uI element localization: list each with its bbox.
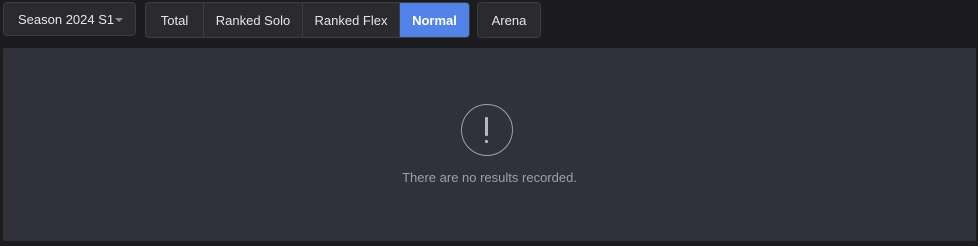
tab-total[interactable]: Total <box>146 3 204 37</box>
exclamation-circle-icon <box>461 104 513 156</box>
tab-ranked-solo-label: Ranked Solo <box>215 12 291 28</box>
season-dropdown-value: Season 2024 S1 <box>18 11 115 27</box>
tab-normal-label: Normal <box>412 12 457 28</box>
tab-normal[interactable]: Normal <box>400 3 469 37</box>
tab-arena[interactable]: Arena <box>477 2 541 38</box>
results-panel: There are no results recorded. <box>3 48 976 241</box>
exclamation-bar <box>485 117 488 136</box>
queue-tab-group: Total Ranked Solo Ranked Flex Normal <box>145 2 470 38</box>
chevron-down-icon <box>115 18 123 22</box>
tab-total-label: Total <box>160 12 189 28</box>
filter-toolbar: Season 2024 S1 Total Ranked Solo Ranked … <box>3 2 541 38</box>
tab-ranked-solo[interactable]: Ranked Solo <box>204 3 303 37</box>
season-dropdown[interactable]: Season 2024 S1 <box>3 2 136 36</box>
exclamation-dot <box>485 140 488 143</box>
tab-ranked-flex-label: Ranked Flex <box>314 12 388 28</box>
tab-arena-label: Arena <box>491 12 527 28</box>
empty-results-message: There are no results recorded. <box>402 170 577 185</box>
tab-ranked-flex[interactable]: Ranked Flex <box>303 3 400 37</box>
